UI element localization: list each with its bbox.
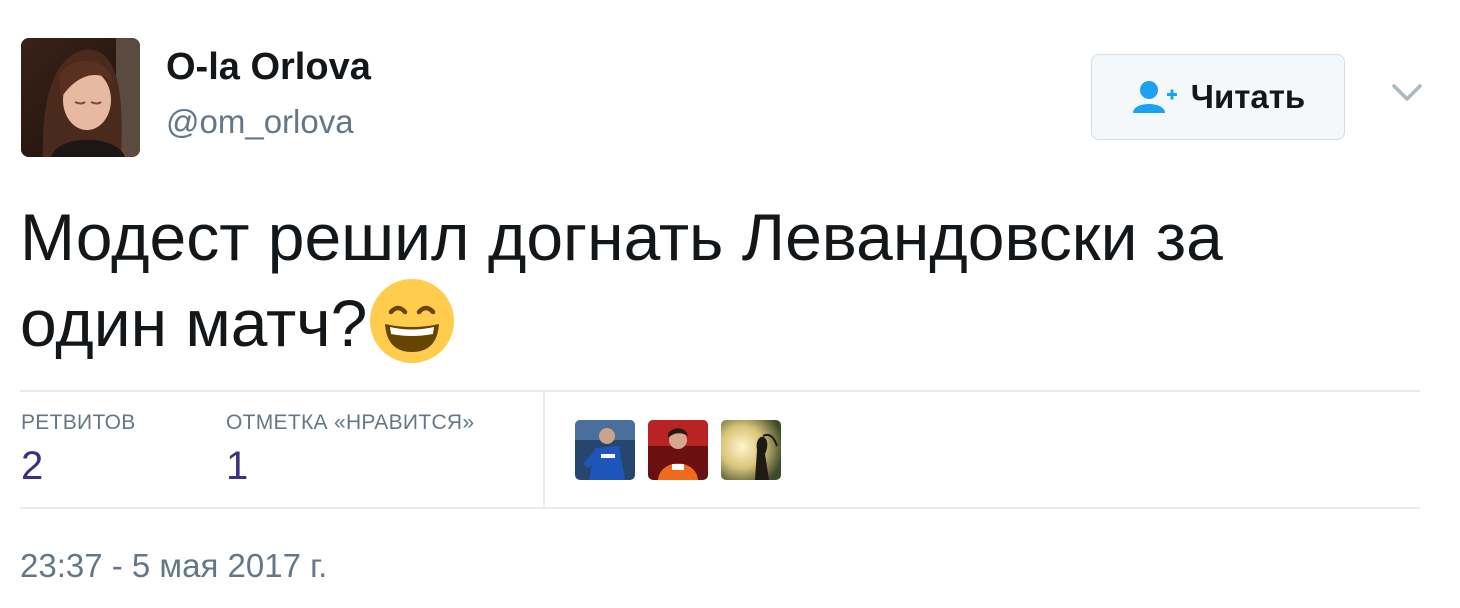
- stats-divider-top: [20, 390, 1420, 392]
- chevron-down-icon: [1392, 84, 1422, 101]
- stats-separator: [543, 392, 545, 507]
- retweets-stat[interactable]: РЕТВИТОВ 2: [21, 410, 136, 490]
- follow-button-label: Читать: [1190, 78, 1306, 115]
- tweet-text: Модест решил догнать Левандовски за один…: [20, 196, 1380, 364]
- user-avatar[interactable]: [21, 38, 140, 157]
- author-name[interactable]: O-la Orlova: [166, 44, 371, 90]
- tweet-card: O-la Orlova @om_orlova Читать Модест реш…: [0, 0, 1460, 608]
- liker-avatar-silhouette-sunset[interactable]: [721, 420, 781, 480]
- grinning-face-emoji-icon: [370, 279, 455, 363]
- likers-avatars: [575, 420, 781, 480]
- liker-avatar-football-player[interactable]: [575, 420, 635, 480]
- likes-count: 1: [226, 444, 249, 488]
- retweets-label: РЕТВИТОВ: [21, 411, 136, 434]
- follow-person-plus-icon: [1132, 81, 1177, 113]
- tweet-timestamp[interactable]: 23:37 - 5 мая 2017 г.: [20, 546, 327, 586]
- stats-divider-bottom: [20, 507, 1420, 509]
- likes-stat[interactable]: ОТМЕТКА «НРАВИТСЯ» 1: [226, 410, 474, 490]
- tweet-text-content: Модест решил догнать Левандовски за один…: [20, 200, 1223, 360]
- retweets-count: 2: [21, 444, 44, 488]
- liker-avatar-orange-jersey[interactable]: [648, 420, 708, 480]
- follow-button[interactable]: Читать: [1091, 54, 1345, 140]
- likes-label: ОТМЕТКА «НРАВИТСЯ»: [226, 411, 475, 434]
- more-options-caret[interactable]: [1386, 76, 1428, 110]
- author-handle[interactable]: @om_orlova: [166, 102, 354, 142]
